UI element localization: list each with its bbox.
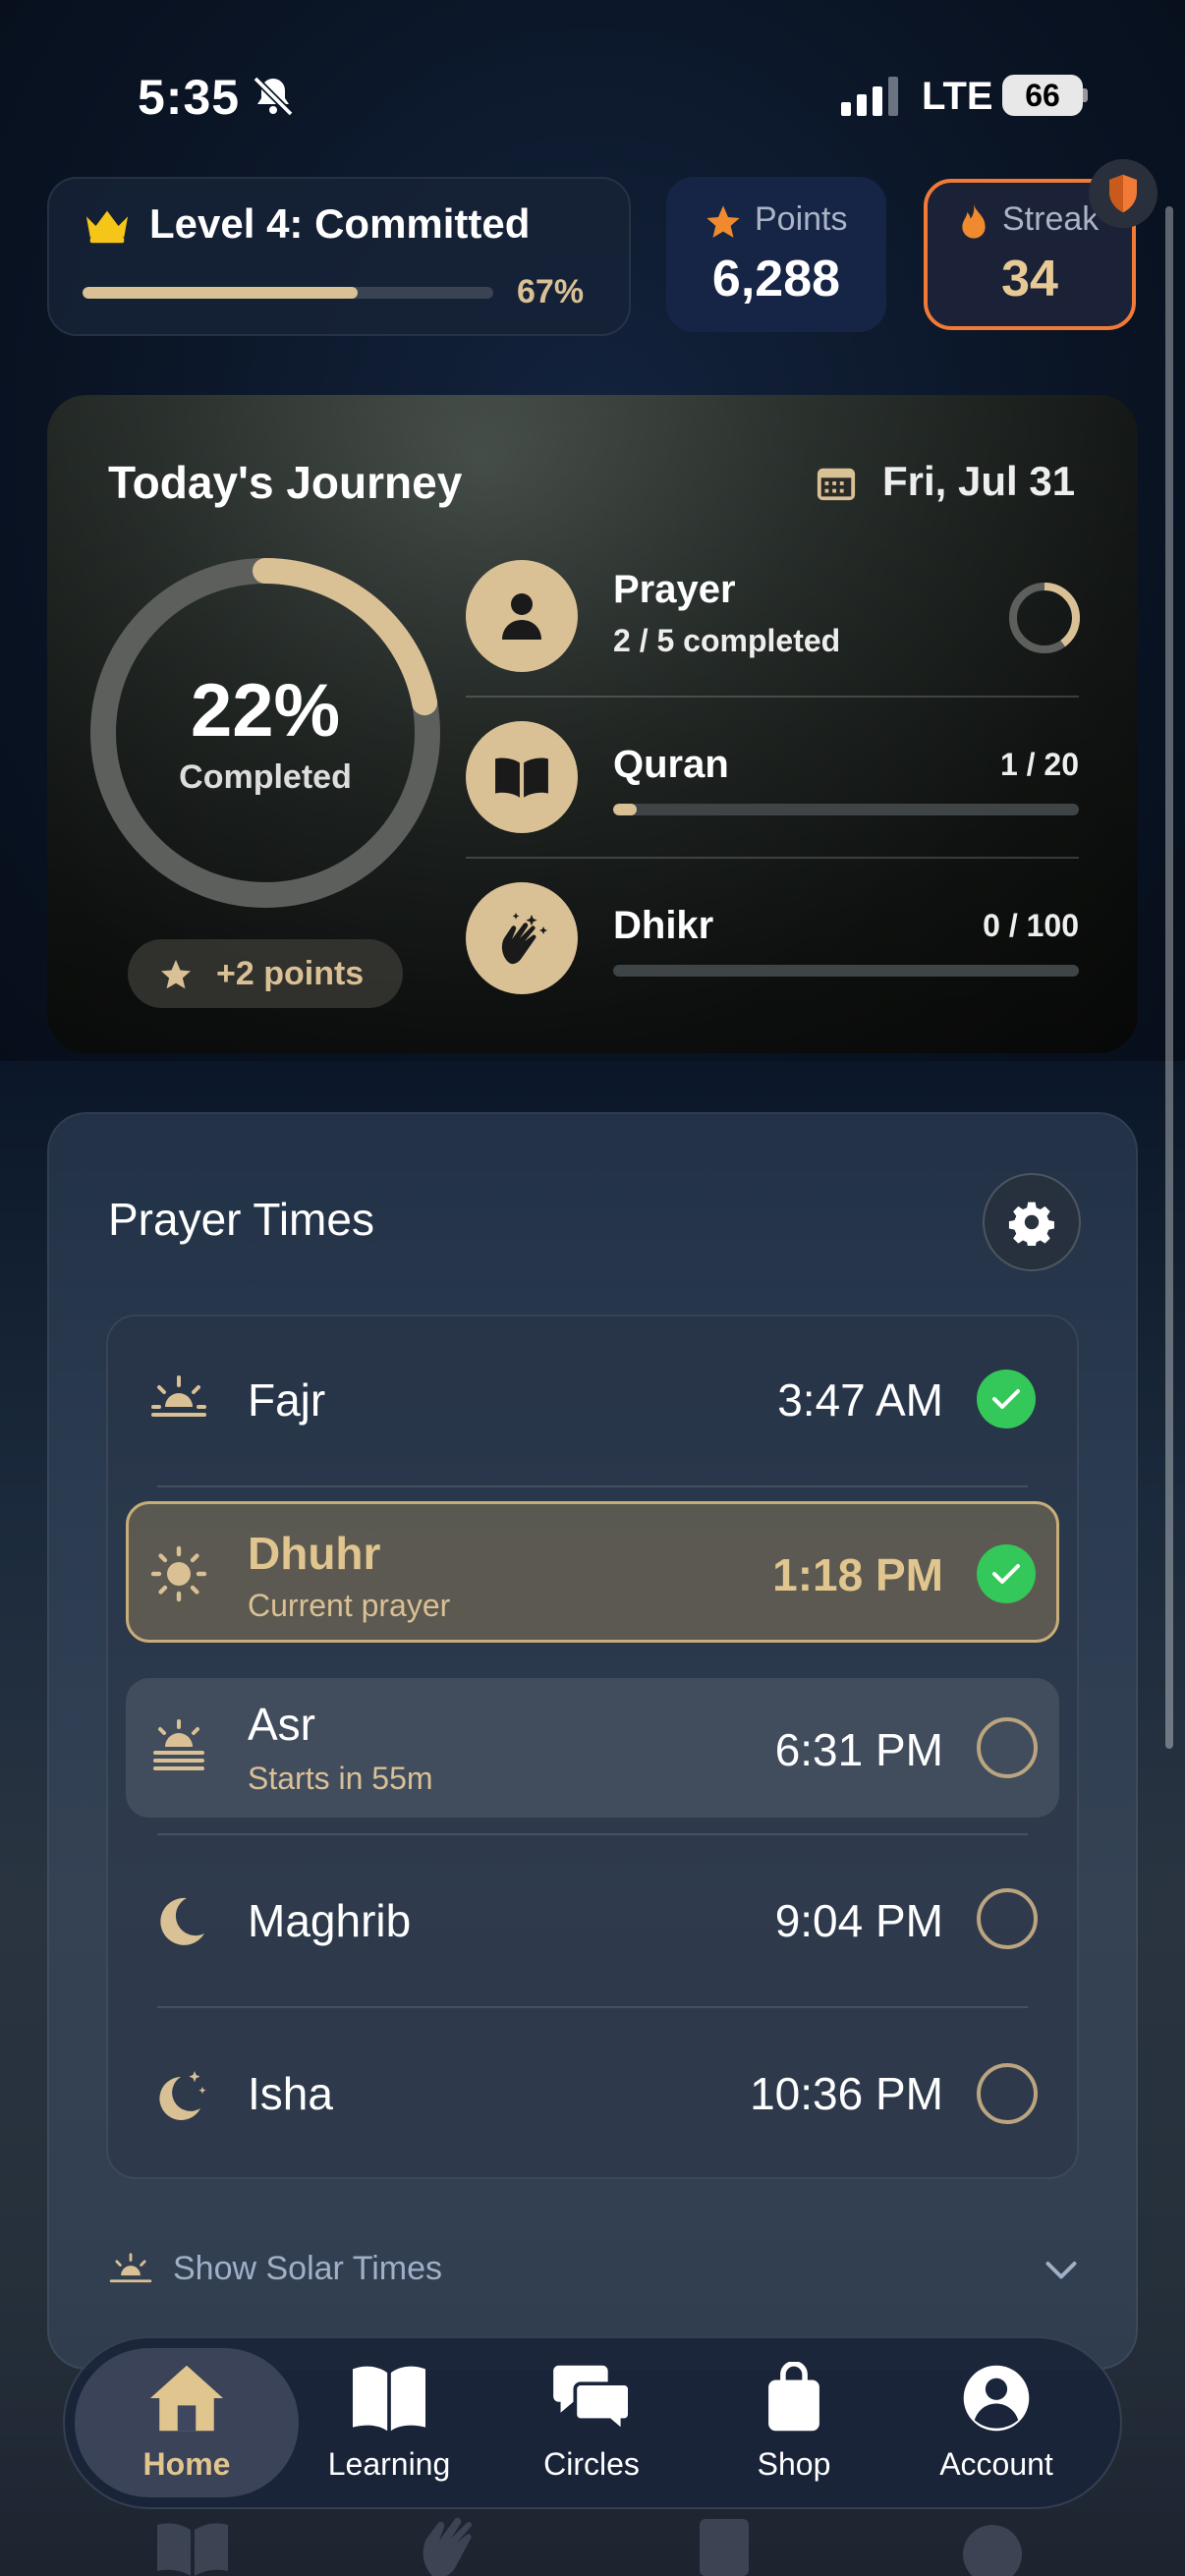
background-ghost-icons xyxy=(157,2517,1022,2576)
level-title: Level 4: Committed xyxy=(149,200,531,247)
prayer-name-dhuhr: Dhuhr xyxy=(248,1528,381,1579)
completion-percent: 22% xyxy=(190,669,341,753)
star-icon xyxy=(706,205,740,238)
crescent-moon-icon xyxy=(160,1897,204,1945)
points-label: Points xyxy=(755,200,848,238)
sunrise-icon xyxy=(109,2253,152,2283)
journey-title: Today's Journey xyxy=(108,457,463,508)
prayer-time-maghrib: 9:04 PM xyxy=(774,1895,943,1946)
checkmark-icon xyxy=(992,1564,1020,1584)
prayer-name-asr: Asr xyxy=(248,1699,315,1750)
prayer-times-title: Prayer Times xyxy=(108,1194,374,1245)
prayer-time-fajr: 3:47 AM xyxy=(777,1374,943,1426)
prayer-status-dhuhr: Current prayer xyxy=(248,1588,451,1623)
dhikr-activity-count: 0 / 100 xyxy=(983,908,1079,943)
prayer-settings-button[interactable] xyxy=(983,1173,1081,1271)
shield-icon xyxy=(1109,174,1137,213)
person-icon xyxy=(963,2365,1030,2432)
dhikr-activity-name: Dhikr xyxy=(613,904,714,947)
prayer-row-divider xyxy=(157,2006,1028,2008)
prayer-progress-ring xyxy=(1009,583,1080,653)
prayer-time-asr: 6:31 PM xyxy=(774,1724,943,1775)
battery-indicator: 66 xyxy=(1002,75,1083,116)
nav-item-shop[interactable]: Shop xyxy=(696,2356,892,2493)
quran-progress-fill xyxy=(613,804,637,815)
nav-label-circles: Circles xyxy=(543,2446,640,2482)
prayer-time-dhuhr: 1:18 PM xyxy=(772,1549,943,1600)
prayer-name-isha: Isha xyxy=(248,2068,333,2119)
prayer-name-maghrib: Maghrib xyxy=(248,1895,412,1946)
prayer-checkbox-isha[interactable] xyxy=(977,2063,1038,2124)
bell-off-icon xyxy=(253,76,294,117)
sun-haze-icon xyxy=(153,1719,204,1770)
show-solar-times-toggle[interactable]: Show Solar Times xyxy=(173,2250,442,2288)
chat-bubbles-icon xyxy=(553,2365,632,2435)
prayer-name-fajr: Fajr xyxy=(248,1374,326,1426)
chevron-down-icon[interactable] xyxy=(1044,2256,1079,2283)
points-value: 6,288 xyxy=(711,251,841,308)
signal-icon xyxy=(841,77,898,116)
person-icon xyxy=(502,593,541,640)
quran-activity-icon[interactable] xyxy=(466,721,578,833)
prayer-row-divider xyxy=(157,1833,1028,1835)
nav-item-account[interactable]: Account xyxy=(898,2356,1095,2493)
completion-label: Completed xyxy=(179,758,352,796)
level-percent: 67% xyxy=(517,273,585,310)
prayer-time-isha: 10:36 PM xyxy=(750,2068,943,2119)
points-earned-text: +2 points xyxy=(216,955,365,992)
prayer-row-divider xyxy=(157,1485,1028,1487)
book-icon xyxy=(353,2366,425,2432)
activity-divider xyxy=(466,696,1079,698)
journey-date: Fri, Jul 31 xyxy=(882,458,1076,504)
home-icon xyxy=(150,2365,223,2432)
sunrise-icon xyxy=(151,1375,206,1417)
crown-icon xyxy=(85,210,129,244)
battery-tip xyxy=(1083,88,1088,102)
activity-divider xyxy=(466,857,1079,859)
praying-hands-icon xyxy=(501,913,547,965)
streak-value: 34 xyxy=(1001,251,1058,308)
nav-item-learning[interactable]: Learning xyxy=(291,2356,487,2493)
nav-item-circles[interactable]: Circles xyxy=(493,2356,690,2493)
bag-icon xyxy=(768,2362,819,2432)
quran-progress-bar xyxy=(613,804,1079,815)
prayer-checkbox-dhuhr[interactable] xyxy=(977,1544,1036,1603)
calendar-icon xyxy=(817,468,856,501)
flame-icon xyxy=(962,203,986,239)
sun-icon xyxy=(150,1545,207,1602)
quran-activity-count: 1 / 20 xyxy=(999,747,1079,782)
level-progress-fill xyxy=(83,287,359,299)
level-progress-bar xyxy=(83,287,493,299)
prayer-status-asr: Starts in 55m xyxy=(248,1761,433,1796)
nav-label-shop: Shop xyxy=(757,2446,831,2482)
dhikr-activity-icon[interactable] xyxy=(466,882,578,994)
scrollbar[interactable] xyxy=(1165,206,1173,1749)
nav-label-account: Account xyxy=(939,2446,1053,2482)
moon-stars-icon xyxy=(159,2071,206,2120)
prayer-activity-name: Prayer xyxy=(613,568,736,611)
status-time: 5:35 xyxy=(138,70,241,125)
nav-label-learning: Learning xyxy=(327,2446,451,2482)
dhikr-progress-bar xyxy=(613,965,1079,977)
book-open-icon xyxy=(495,757,548,798)
prayer-checkbox-asr[interactable] xyxy=(977,1717,1038,1778)
nav-item-home[interactable]: Home xyxy=(88,2356,285,2493)
quran-activity-name: Quran xyxy=(613,743,729,786)
nav-label-home: Home xyxy=(142,2446,231,2482)
prayer-activity-status: 2 / 5 completed xyxy=(613,623,841,658)
star-icon xyxy=(161,960,191,989)
streak-label: Streak xyxy=(1002,200,1100,238)
prayer-checkbox-maghrib[interactable] xyxy=(977,1888,1038,1949)
prayer-activity-icon[interactable] xyxy=(466,560,578,672)
prayer-checkbox-fajr[interactable] xyxy=(977,1370,1036,1428)
network-label: LTE xyxy=(922,75,993,118)
checkmark-icon xyxy=(992,1389,1020,1409)
gear-icon xyxy=(1008,1202,1054,1246)
streak-shield-badge[interactable] xyxy=(1089,159,1157,228)
